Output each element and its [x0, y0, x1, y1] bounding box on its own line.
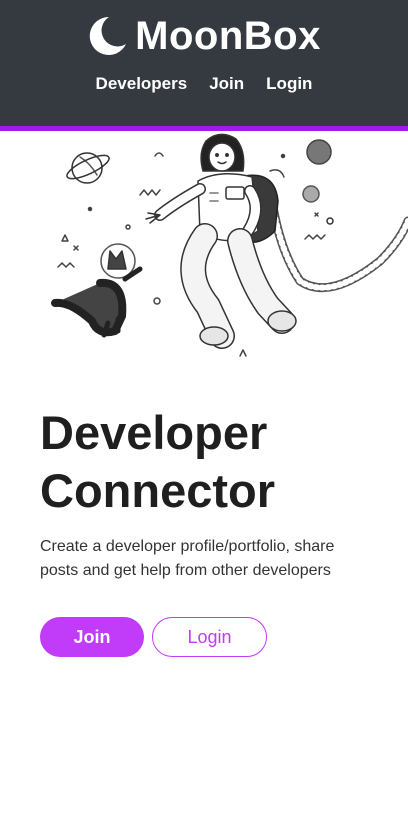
hose: [267, 196, 408, 293]
page-title: Developer Connector: [40, 404, 400, 520]
planet-ring-icon: [66, 152, 110, 184]
brand[interactable]: MoonBox: [0, 10, 408, 62]
moon-icon: [87, 15, 127, 57]
nav-link-developers[interactable]: Developers: [96, 74, 188, 94]
login-button[interactable]: Login: [152, 617, 267, 657]
brand-name: MoonBox: [135, 13, 321, 58]
navbar: MoonBox Developers Join Login: [0, 0, 408, 131]
nav-links: Developers Join Login: [0, 74, 408, 94]
join-button[interactable]: Join: [40, 617, 144, 657]
nav-link-login[interactable]: Login: [266, 74, 312, 94]
hero-illustration: [0, 131, 408, 371]
lead-text: Create a developer profile/portfolio, sh…: [40, 535, 380, 583]
lead-line-1: Create a developer profile/portfolio, sh…: [40, 538, 335, 555]
cat: [51, 243, 143, 338]
title-line-1: Developer: [40, 406, 268, 459]
title-line-2: Connector: [40, 464, 275, 517]
nav-link-join[interactable]: Join: [209, 74, 244, 94]
lead-line-2: posts and get help from other developers: [40, 562, 331, 579]
planet-icon: [302, 139, 334, 225]
astronaut: [145, 133, 297, 349]
